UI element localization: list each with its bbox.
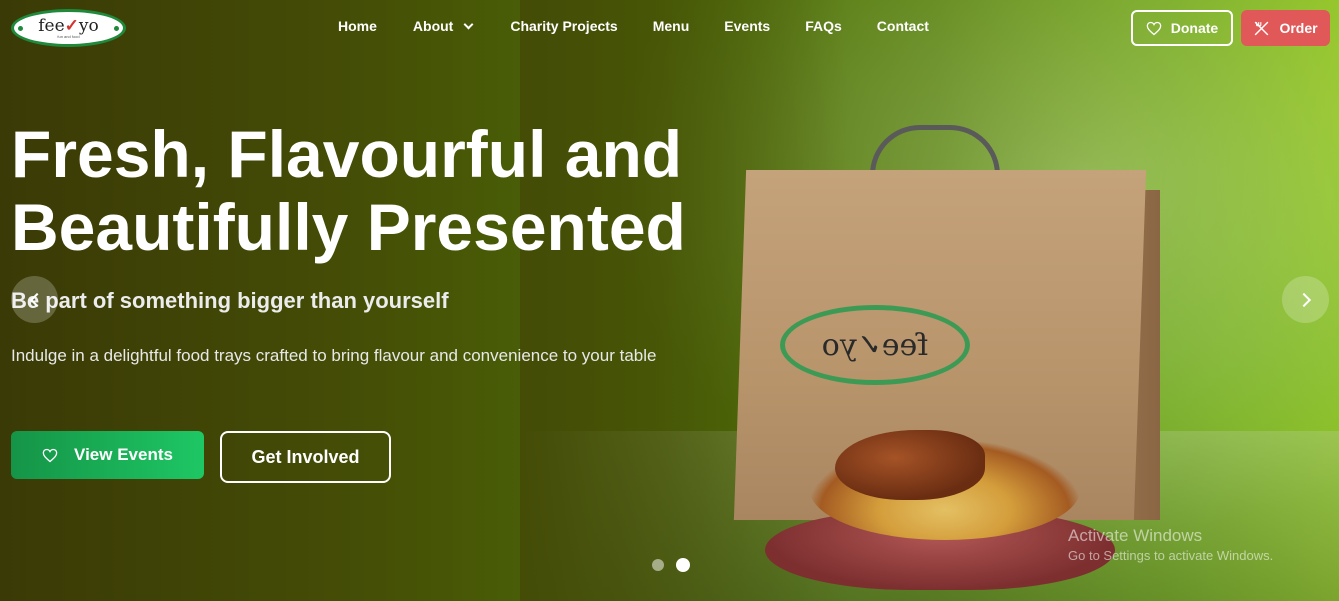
food-plate-image — [765, 430, 1115, 590]
utensils-icon — [1255, 21, 1269, 35]
hero-headline-line-2: Beautifully Presented — [11, 190, 686, 264]
nav-item-faqs[interactable]: FAQs — [805, 18, 842, 34]
nav-item-home[interactable]: Home — [338, 18, 377, 34]
logo-dot-right — [114, 26, 119, 31]
hero-subheading: Be part of something bigger than yoursel… — [11, 288, 449, 313]
chevron-down-icon — [463, 19, 474, 29]
heart-icon — [42, 448, 58, 462]
nav-item-menu[interactable]: Menu — [653, 18, 690, 34]
navbar: fee✓yo fun and food Home About Charity P… — [0, 0, 1339, 56]
nav-item-about-label: About — [412, 18, 454, 34]
hero-headline: Fresh, Flavourful and Beautifully Presen… — [11, 118, 771, 264]
order-button[interactable]: Order — [1241, 10, 1330, 46]
donate-button[interactable]: Donate — [1131, 10, 1233, 46]
order-label: Order — [1279, 20, 1318, 36]
main-nav: Home About Charity Projects Menu Events … — [338, 18, 929, 34]
nav-item-contact[interactable]: Contact — [877, 18, 929, 34]
windows-activation-watermark: Activate Windows Go to Settings to activ… — [1068, 526, 1273, 563]
logo-dot-left — [18, 26, 23, 31]
brand-name: fee✓yo — [38, 15, 99, 36]
nav-item-about[interactable]: About — [412, 18, 474, 34]
chevron-right-icon — [1296, 292, 1311, 307]
nav-item-events[interactable]: Events — [724, 18, 770, 34]
chicken — [835, 430, 985, 500]
get-involved-button[interactable]: Get Involved — [220, 431, 391, 483]
nav-item-charity-projects[interactable]: Charity Projects — [510, 18, 617, 34]
bag-logo: fee✓yo — [780, 305, 970, 385]
watermark-subtitle: Go to Settings to activate Windows. — [1068, 548, 1274, 563]
carousel-indicators — [652, 558, 690, 572]
brand-check-mark: ✓ — [64, 15, 79, 36]
carousel-dot-2[interactable] — [676, 558, 690, 572]
chevron-left-icon — [29, 292, 44, 307]
view-events-label: View Events — [74, 445, 173, 464]
brand-name-prefix: fee — [38, 15, 65, 36]
heart-icon — [1146, 21, 1162, 35]
carousel-prev-button[interactable] — [11, 276, 58, 323]
carousel-dot-1[interactable] — [652, 559, 664, 571]
view-events-button[interactable]: View Events — [11, 431, 204, 479]
brand-name-suffix: yo — [78, 15, 99, 36]
carousel-next-button[interactable] — [1282, 276, 1329, 323]
brand-tagline: fun and food — [57, 33, 80, 39]
hero-headline-line-1: Fresh, Flavourful and — [11, 117, 683, 191]
donate-label: Donate — [1170, 20, 1219, 36]
brand-logo[interactable]: fee✓yo fun and food — [11, 9, 126, 47]
watermark-title: Activate Windows — [1068, 526, 1203, 545]
hero-description: Indulge in a delightful food trays craft… — [11, 346, 657, 365]
